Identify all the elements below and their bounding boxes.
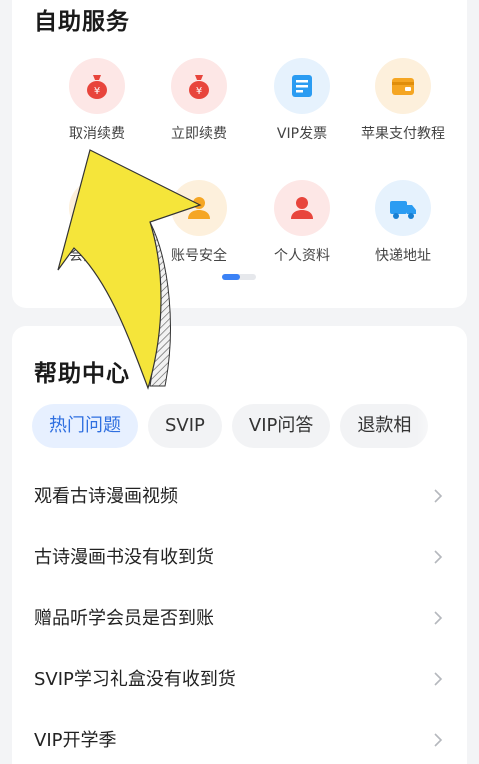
faq-item[interactable]: 赠品听学会员是否到账 bbox=[12, 588, 467, 649]
user-shield-icon bbox=[171, 180, 227, 236]
chevron-right-icon bbox=[434, 550, 443, 564]
tab-vip-qa[interactable]: VIP问答 bbox=[231, 404, 331, 448]
service-account-security[interactable]: 账号安全 bbox=[144, 180, 254, 265]
service-label: 快递地址 bbox=[375, 248, 431, 264]
service-label: VIP发票 bbox=[276, 126, 328, 142]
service-vip-invoice[interactable]: VIP发票 bbox=[247, 58, 357, 143]
faq-text: VIP开学季 bbox=[34, 730, 117, 751]
service-label: 会员购买 bbox=[69, 248, 125, 264]
wallet-icon bbox=[375, 58, 431, 114]
faq-text: 古诗漫画书没有收到货 bbox=[34, 547, 214, 568]
svg-text:¥: ¥ bbox=[196, 86, 202, 97]
service-label: 取消续费 bbox=[69, 126, 125, 142]
service-membership-purchase[interactable]: 会员购买 bbox=[42, 180, 152, 265]
service-personal-info[interactable]: 个人资料 bbox=[247, 180, 357, 265]
tab-refund[interactable]: 退款相 bbox=[340, 404, 429, 448]
help-center-card: 帮助中心 热门问题 SVIP VIP问答 退款相 观看古诗漫画视频 古诗漫画书没有收到… bbox=[12, 326, 467, 764]
faq-text: SVIP学习礼盒没有收到货 bbox=[34, 669, 236, 690]
faq-text: 观看古诗漫画视频 bbox=[34, 486, 178, 507]
service-label: 苹果支付教程 bbox=[361, 126, 445, 142]
self-service-title: 自助服务 bbox=[34, 9, 130, 35]
money-bag-icon: ¥ bbox=[69, 58, 125, 114]
tab-svip[interactable]: SVIP bbox=[148, 404, 222, 448]
chevron-right-icon bbox=[434, 489, 443, 503]
service-cancel-renewal[interactable]: ¥ 取消续费 bbox=[42, 58, 152, 143]
service-shipping-address[interactable]: 快递地址 bbox=[348, 180, 458, 265]
person-icon bbox=[274, 180, 330, 236]
faq-text: 赠品听学会员是否到账 bbox=[34, 608, 214, 629]
self-service-card: 自助服务 ¥ 取消续费 ¥ 立即续费 VIP发票 苹果支付教程 会员购买 账号安… bbox=[12, 0, 467, 308]
service-label: 个人资料 bbox=[274, 248, 330, 264]
tab-hot-questions[interactable]: 热门问题 bbox=[32, 404, 138, 448]
chevron-right-icon bbox=[434, 733, 443, 747]
service-label: 立即续费 bbox=[171, 126, 227, 142]
faq-item[interactable]: 古诗漫画书没有收到货 bbox=[12, 527, 467, 588]
help-center-title: 帮助中心 bbox=[34, 361, 130, 387]
vip-icon bbox=[69, 180, 125, 236]
faq-list: 观看古诗漫画视频 古诗漫画书没有收到货 赠品听学会员是否到账 SVIP学习礼盒没… bbox=[12, 466, 467, 764]
chevron-right-icon bbox=[434, 611, 443, 625]
truck-icon bbox=[375, 180, 431, 236]
faq-item[interactable]: 观看古诗漫画视频 bbox=[12, 466, 467, 527]
svg-text:¥: ¥ bbox=[94, 86, 100, 97]
page-indicator-active bbox=[222, 274, 240, 280]
money-bag-icon: ¥ bbox=[171, 58, 227, 114]
chevron-right-icon bbox=[434, 672, 443, 686]
page-indicator bbox=[222, 274, 256, 280]
service-apple-pay-guide[interactable]: 苹果支付教程 bbox=[348, 58, 458, 143]
help-tabs: 热门问题 SVIP VIP问答 退款相 bbox=[32, 404, 447, 450]
tabs-fade bbox=[417, 404, 447, 450]
faq-item[interactable]: VIP开学季 bbox=[12, 710, 467, 764]
invoice-icon bbox=[274, 58, 330, 114]
service-renew-now[interactable]: ¥ 立即续费 bbox=[144, 58, 254, 143]
service-label: 账号安全 bbox=[171, 248, 227, 264]
faq-item[interactable]: SVIP学习礼盒没有收到货 bbox=[12, 649, 467, 710]
